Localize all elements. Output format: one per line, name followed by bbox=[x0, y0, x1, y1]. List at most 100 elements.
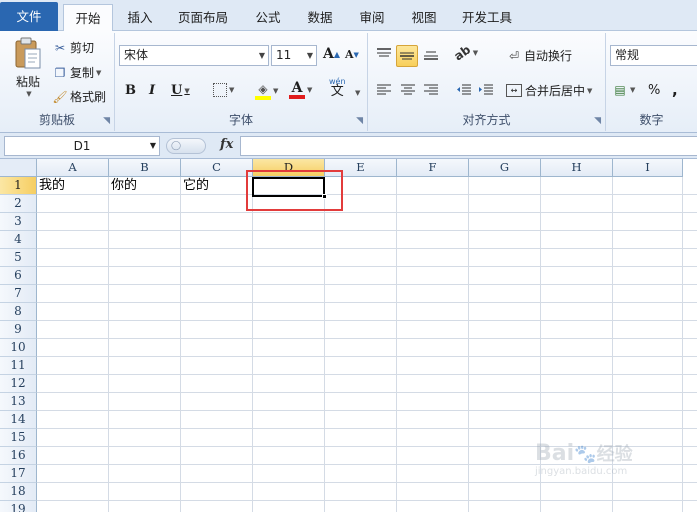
row-header[interactable]: 4 bbox=[0, 231, 37, 249]
orientation-button[interactable]: ab ▼ bbox=[451, 42, 478, 63]
phonetic-button[interactable]: wén 文 bbox=[329, 77, 346, 99]
grow-font-button[interactable]: A ▲ bbox=[323, 46, 340, 62]
row-header[interactable]: 5 bbox=[0, 249, 37, 267]
row-header[interactable]: 9 bbox=[0, 321, 37, 339]
tab-data[interactable]: 数据 bbox=[298, 4, 342, 31]
row-gridline bbox=[37, 428, 697, 429]
comma-button[interactable]: , bbox=[672, 81, 678, 99]
column-header[interactable]: I bbox=[613, 159, 683, 177]
underline-icon: U bbox=[171, 83, 183, 98]
row-header[interactable]: 19 bbox=[0, 501, 37, 512]
tab-review[interactable]: 审阅 bbox=[350, 4, 394, 31]
cut-button[interactable]: ✂ 剪切 bbox=[52, 39, 94, 56]
copy-button[interactable]: ❐ 复制 ▼ bbox=[52, 64, 102, 81]
number-format-value: 常规 bbox=[615, 48, 640, 62]
increase-indent-button[interactable] bbox=[478, 83, 494, 97]
paste-button[interactable]: 粘贴 ▼ bbox=[8, 37, 48, 98]
chevron-down-icon[interactable]: ▼ bbox=[355, 89, 360, 97]
alignment-group: ab ▼ ⏎ 自动换行 ↔ 合并后居中 ▼ 对齐方式 ◥ bbox=[368, 33, 606, 131]
merge-cells-icon: ↔ bbox=[506, 84, 522, 97]
column-header[interactable]: G bbox=[469, 159, 541, 177]
merge-center-button[interactable]: ↔ 合并后居中 ▼ bbox=[506, 82, 592, 99]
chevron-down-icon: ▼ bbox=[587, 86, 593, 95]
cell-B1[interactable]: 你的 bbox=[109, 177, 181, 195]
row-header[interactable]: 6 bbox=[0, 267, 37, 285]
row-header[interactable]: 10 bbox=[0, 339, 37, 357]
cut-label: 剪切 bbox=[70, 41, 95, 55]
column-header[interactable]: F bbox=[397, 159, 469, 177]
tab-insert[interactable]: 插入 bbox=[118, 4, 162, 31]
scissors-icon: ✂ bbox=[54, 40, 66, 55]
row-header[interactable]: 7 bbox=[0, 285, 37, 303]
phonetic-icon: 文 bbox=[330, 84, 344, 99]
font-color-icon: A bbox=[289, 81, 305, 99]
column-gridline bbox=[252, 177, 253, 512]
format-painter-button[interactable]: 🖌 格式刷 bbox=[52, 88, 106, 105]
row-header[interactable]: 1 bbox=[0, 177, 37, 195]
row-gridline bbox=[37, 500, 697, 501]
tab-file[interactable]: 文件 bbox=[0, 2, 58, 31]
align-top-button[interactable] bbox=[376, 47, 392, 61]
font-name-combo[interactable]: 宋体 ▼ bbox=[119, 45, 269, 66]
row-header[interactable]: 12 bbox=[0, 375, 37, 393]
row-header[interactable]: 15 bbox=[0, 429, 37, 447]
percent-button[interactable]: % bbox=[648, 83, 660, 98]
align-left-button[interactable] bbox=[376, 83, 392, 97]
row-gridline bbox=[37, 302, 697, 303]
insert-function-icon[interactable]: fx bbox=[220, 137, 233, 152]
fill-color-button[interactable]: ◈ ▼ bbox=[255, 82, 278, 100]
number-format-combo[interactable]: 常规 bbox=[610, 45, 697, 66]
align-right-button[interactable] bbox=[423, 83, 439, 97]
percent-icon: % bbox=[648, 83, 661, 98]
column-header[interactable]: H bbox=[541, 159, 613, 177]
alignment-group-label: 对齐方式 bbox=[462, 113, 511, 127]
bold-button[interactable]: B bbox=[125, 83, 136, 98]
align-bottom-button[interactable] bbox=[423, 47, 439, 61]
underline-button[interactable]: U ▼ bbox=[171, 83, 190, 98]
wrap-text-button[interactable]: ⏎ 自动换行 bbox=[506, 47, 572, 64]
align-middle-button[interactable] bbox=[396, 45, 418, 67]
cell-C1[interactable]: 它的 bbox=[181, 177, 253, 195]
wrap-text-label: 自动换行 bbox=[524, 49, 573, 63]
align-center-icon bbox=[401, 84, 415, 95]
dialog-launcher-icon[interactable]: ◥ bbox=[103, 116, 110, 126]
accounting-format-button[interactable]: ▤ ▼ bbox=[612, 83, 635, 97]
tab-developer[interactable]: 开发工具 bbox=[454, 4, 520, 31]
font-size-combo[interactable]: 11 ▼ bbox=[271, 45, 317, 66]
row-gridline bbox=[37, 284, 697, 285]
row-header[interactable]: 8 bbox=[0, 303, 37, 321]
tab-view[interactable]: 视图 bbox=[402, 4, 446, 31]
tab-page-layout[interactable]: 页面布局 bbox=[172, 4, 234, 31]
clipboard-group: 粘贴 ▼ ✂ 剪切 ❐ 复制 ▼ 🖌 格式刷 剪贴板 ◥ bbox=[0, 33, 115, 131]
tab-home[interactable]: 开始 bbox=[63, 4, 113, 32]
column-gridline bbox=[108, 177, 109, 512]
dialog-launcher-icon[interactable]: ◥ bbox=[594, 116, 601, 126]
shrink-font-button[interactable]: A ▼ bbox=[345, 48, 359, 61]
row-header[interactable]: 13 bbox=[0, 393, 37, 411]
select-all-corner[interactable] bbox=[0, 159, 37, 177]
tab-formulas[interactable]: 公式 bbox=[246, 4, 290, 31]
cell-A1[interactable]: 我的 bbox=[37, 177, 109, 195]
shrink-font-icon: A bbox=[345, 48, 354, 61]
formula-input[interactable] bbox=[240, 136, 697, 156]
dialog-launcher-icon[interactable]: ◥ bbox=[356, 116, 363, 126]
row-header[interactable]: 16 bbox=[0, 447, 37, 465]
font-color-button[interactable]: A ▼ bbox=[289, 81, 312, 99]
column-header[interactable]: C bbox=[181, 159, 253, 177]
column-header[interactable]: A bbox=[37, 159, 109, 177]
column-header[interactable]: B bbox=[109, 159, 181, 177]
row-header[interactable]: 3 bbox=[0, 213, 37, 231]
row-header[interactable]: 18 bbox=[0, 483, 37, 501]
formula-bar-resize-handle[interactable]: ◯ bbox=[166, 138, 206, 154]
row-header[interactable]: 14 bbox=[0, 411, 37, 429]
align-center-button[interactable] bbox=[400, 83, 416, 97]
row-header[interactable]: 11 bbox=[0, 357, 37, 375]
decrease-indent-button[interactable] bbox=[456, 83, 472, 97]
row-header[interactable]: 17 bbox=[0, 465, 37, 483]
name-box[interactable]: D1 ▼ bbox=[4, 136, 160, 156]
column-gridline bbox=[468, 177, 469, 512]
align-middle-icon bbox=[400, 52, 414, 60]
borders-button[interactable]: ▼ bbox=[213, 83, 234, 97]
row-header[interactable]: 2 bbox=[0, 195, 37, 213]
italic-button[interactable]: I bbox=[149, 83, 155, 98]
